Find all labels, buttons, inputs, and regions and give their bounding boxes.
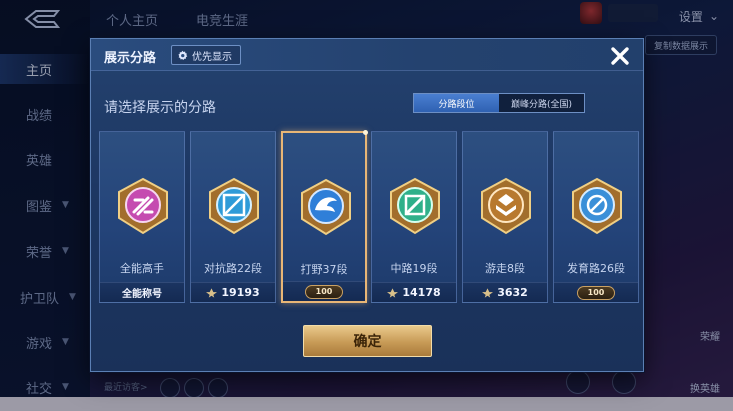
lane-card-footer: 全能称号: [100, 282, 184, 302]
level-badge: 100: [577, 285, 615, 300]
priority-display-button[interactable]: 优先显示: [171, 45, 241, 65]
lane-card-clash[interactable]: 对抗路22段 19193: [190, 131, 276, 303]
lane-cards: 全能高手 全能称号 对抗路22段 19193 打野37段 100 中路19段 1…: [99, 130, 639, 303]
display-lane-dialog: 展示分路 优先显示 请选择展示的分路 分路段位 巅峰分路(全国) 全能高手 全能…: [90, 38, 644, 372]
lane-card-name: 对抗路22段: [204, 262, 262, 275]
lane-card-name: 发育路26段: [567, 262, 625, 275]
mid-lane-emblem-icon: [390, 177, 440, 235]
close-icon: [611, 47, 629, 65]
tab-lane-rank[interactable]: 分路段位: [414, 94, 499, 112]
lane-card-footer: 3632: [463, 282, 547, 302]
lane-card-jungle[interactable]: 打野37段 100: [281, 130, 368, 303]
jungle-emblem-icon: [301, 178, 351, 236]
score-icon: [482, 287, 494, 298]
tab-peak-lane[interactable]: 巅峰分路(全国): [499, 94, 584, 112]
lane-card-roam[interactable]: 游走8段 3632: [462, 131, 548, 303]
lane-card-score: 19193: [221, 286, 260, 299]
lane-card-footer: 100: [554, 282, 638, 302]
lane-card-mid[interactable]: 中路19段 14178: [371, 131, 457, 303]
lane-card-name: 打野37段: [300, 263, 348, 276]
lane-card-all-round[interactable]: 全能高手 全能称号: [99, 131, 185, 303]
score-icon: [206, 287, 218, 298]
gear-icon: [178, 50, 188, 60]
level-badge: 100: [305, 284, 343, 299]
score-icon: [387, 287, 399, 298]
lane-card-footer: 100: [283, 281, 365, 301]
lane-card-footer: 14178: [372, 282, 456, 302]
clash-lane-emblem-icon: [209, 177, 259, 235]
confirm-button[interactable]: 确定: [303, 325, 432, 357]
lane-card-name: 全能高手: [120, 262, 164, 275]
lane-card-footer: 19193: [191, 282, 275, 302]
lane-card-name: 游走8段: [485, 262, 525, 275]
close-button[interactable]: [603, 42, 637, 70]
all-round-emblem-icon: [118, 177, 168, 235]
lane-card-farm[interactable]: 发育路26段 100: [553, 131, 639, 303]
dialog-header: 展示分路 优先显示: [91, 39, 643, 71]
lane-type-tabs: 分路段位 巅峰分路(全国): [413, 93, 585, 113]
lane-card-score: 14178: [402, 286, 441, 299]
lane-card-name: 中路19段: [390, 262, 438, 275]
selected-indicator: [363, 130, 368, 135]
roam-emblem-icon: [481, 177, 531, 235]
priority-display-label: 优先显示: [192, 51, 232, 63]
level-badge-value: 100: [587, 288, 605, 297]
level-badge-value: 100: [315, 287, 333, 296]
lane-card-footer-text: 全能称号: [122, 289, 162, 300]
farm-lane-emblem-icon: [572, 177, 622, 235]
lane-card-score: 3632: [497, 286, 528, 299]
dialog-subtitle: 请选择展示的分路: [104, 100, 216, 116]
dialog-title: 展示分路: [104, 51, 157, 66]
